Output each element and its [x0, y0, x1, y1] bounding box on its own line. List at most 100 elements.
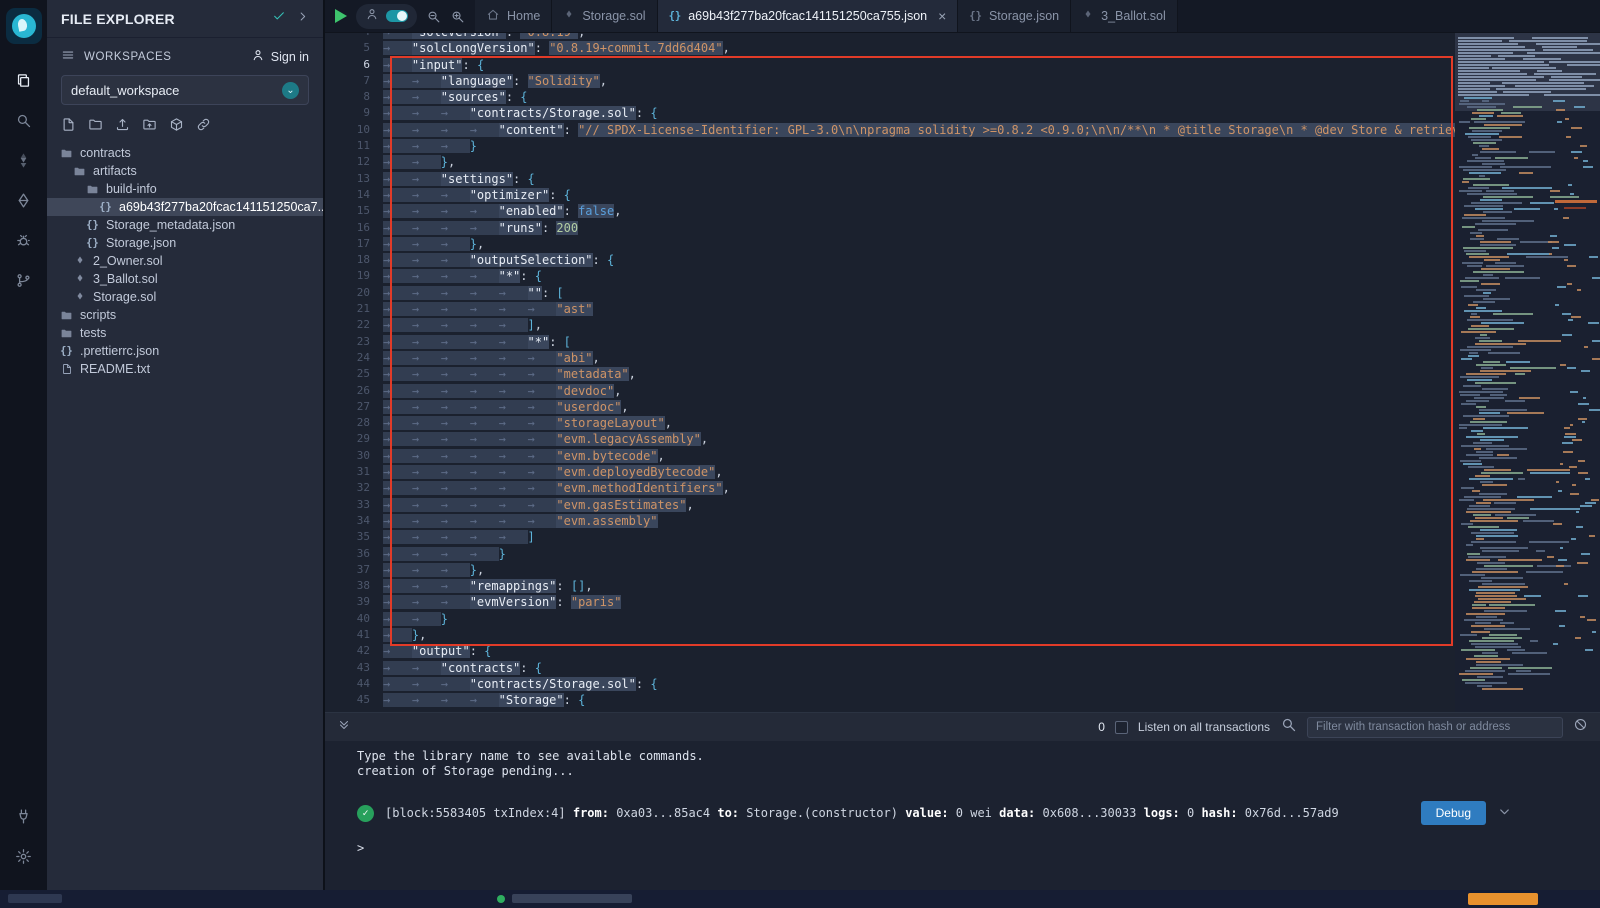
code-line-35[interactable]: 35→ → → → → ]: [325, 529, 1600, 545]
code-line-21[interactable]: 21→ → → → → → "ast": [325, 301, 1600, 317]
tab-storage-json[interactable]: {}Storage.json: [958, 0, 1071, 32]
zoom-out-icon[interactable]: [426, 9, 441, 24]
minimap[interactable]: [1455, 33, 1600, 712]
tree-item-storage-metadata-json[interactable]: {}Storage_metadata.json: [47, 216, 323, 234]
terminal-prompt[interactable]: >: [357, 841, 1600, 856]
code-editor[interactable]: 4→ "solcVersion": "0.8.19",5→ "solcLongV…: [325, 33, 1600, 712]
tab-a69b43f277ba20fcac141151250ca755-json[interactable]: {}a69b43f277ba20fcac141151250ca755.json×: [658, 0, 959, 32]
code-line-28[interactable]: 28→ → → → → → "storageLayout",: [325, 415, 1600, 431]
tree-item-artifacts[interactable]: artifacts: [47, 162, 323, 180]
code-line-7[interactable]: 7→ → "language": "Solidity",: [325, 73, 1600, 89]
workspace-switch-icon[interactable]: ⌄: [282, 82, 299, 99]
filter-transactions-input[interactable]: [1307, 717, 1563, 738]
tree-item-a69b43f277ba20fcac141151250ca7-[interactable]: {}a69b43f277ba20fcac141151250ca7...: [47, 198, 323, 216]
settings-icon[interactable]: [0, 836, 47, 876]
chevron-right-icon[interactable]: [296, 10, 309, 28]
new-folder-icon[interactable]: [88, 117, 103, 132]
code-line-15[interactable]: 15→ → → → "enabled": false,: [325, 203, 1600, 219]
tab-storage-sol[interactable]: Storage.sol: [552, 0, 657, 32]
code-line-12[interactable]: 12→ → },: [325, 154, 1600, 170]
code-line-42[interactable]: 42→ "output": {: [325, 643, 1600, 659]
code-line-9[interactable]: 9→ → → "contracts/Storage.sol": {: [325, 105, 1600, 121]
code-line-19[interactable]: 19→ → → → "*": {: [325, 268, 1600, 284]
solidity-compiler-icon[interactable]: [0, 140, 47, 180]
code-line-40[interactable]: 40→ → }: [325, 611, 1600, 627]
code-line-32[interactable]: 32→ → → → → → "evm.methodIdentifiers",: [325, 480, 1600, 496]
code-line-17[interactable]: 17→ → → },: [325, 236, 1600, 252]
tree-item-2-owner-sol[interactable]: 2_Owner.sol: [47, 252, 323, 270]
code-line-26[interactable]: 26→ → → → → → "devdoc",: [325, 383, 1600, 399]
transaction-row[interactable]: ✓ [block:5583405 txIndex:4] from: 0xa03.…: [357, 801, 1600, 825]
code-line-29[interactable]: 29→ → → → → → "evm.legacyAssembly",: [325, 431, 1600, 447]
expand-transaction-icon[interactable]: [1497, 804, 1512, 823]
code-line-5[interactable]: 5→ "solcLongVersion": "0.8.19+commit.7dd…: [325, 40, 1600, 56]
tree-item-3-ballot-sol[interactable]: 3_Ballot.sol: [47, 270, 323, 288]
code-line-25[interactable]: 25→ → → → → → "metadata",: [325, 366, 1600, 382]
code-line-44[interactable]: 44→ → → "contracts/Storage.sol": {: [325, 676, 1600, 692]
code-line-6[interactable]: 6→ "input": {: [325, 57, 1600, 73]
code-line-11[interactable]: 11→ → → }: [325, 138, 1600, 154]
hamburger-menu-icon[interactable]: [61, 48, 75, 65]
listen-all-checkbox[interactable]: [1115, 721, 1128, 734]
code-line-41[interactable]: 41→ },: [325, 627, 1600, 643]
new-file-icon[interactable]: [61, 117, 76, 132]
tab-3-ballot-sol[interactable]: 3_Ballot.sol: [1071, 0, 1178, 32]
code-line-18[interactable]: 18→ → → "outputSelection": {: [325, 252, 1600, 268]
code-line-27[interactable]: 27→ → → → → → "userdoc",: [325, 399, 1600, 415]
clear-console-icon[interactable]: [1573, 717, 1588, 737]
alert-badge[interactable]: [1468, 893, 1538, 905]
code-line-10[interactable]: 10→ → → → "content": "// SPDX-License-Id…: [325, 122, 1600, 138]
code-line-37[interactable]: 37→ → → },: [325, 562, 1600, 578]
code-line-8[interactable]: 8→ → "sources": {: [325, 89, 1600, 105]
code-line-16[interactable]: 16→ → → → "runs": 200: [325, 220, 1600, 236]
git-icon[interactable]: [0, 260, 47, 300]
search-icon[interactable]: [0, 100, 47, 140]
tree-item-storage-json[interactable]: {}Storage.json: [47, 234, 323, 252]
upload-folder-icon[interactable]: [142, 117, 157, 132]
code-line-36[interactable]: 36→ → → → }: [325, 546, 1600, 562]
tree-item-scripts[interactable]: scripts: [47, 306, 323, 324]
search-icon[interactable]: [1280, 716, 1297, 738]
code-line-34[interactable]: 34→ → → → → → "evm.assembly": [325, 513, 1600, 529]
remix-logo[interactable]: [6, 8, 42, 44]
tree-item-build-info[interactable]: build-info: [47, 180, 323, 198]
code-line-39[interactable]: 39→ → → "evmVersion": "paris": [325, 594, 1600, 610]
code-line-31[interactable]: 31→ → → → → → "evm.deployedBytecode",: [325, 464, 1600, 480]
tree-item-storage-sol[interactable]: Storage.sol: [47, 288, 323, 306]
code-line-43[interactable]: 43→ → "contracts": {: [325, 660, 1600, 676]
workspace-select[interactable]: default_workspace ⌄: [61, 75, 309, 105]
zoom-in-icon[interactable]: [450, 9, 465, 24]
assistant-toggle[interactable]: [386, 10, 408, 22]
tree-item-readme-txt[interactable]: README.txt: [47, 360, 323, 378]
code-line-33[interactable]: 33→ → → → → → "evm.gasEstimates",: [325, 497, 1600, 513]
code-line-45[interactable]: 45→ → → → "Storage": {: [325, 692, 1600, 708]
code-line-13[interactable]: 13→ → "settings": {: [325, 171, 1600, 187]
run-script-button[interactable]: [335, 9, 347, 23]
code-line-20[interactable]: 20→ → → → → "": [: [325, 285, 1600, 301]
tree-item--prettierrc-json[interactable]: {}.prettierrc.json: [47, 342, 323, 360]
code-line-4[interactable]: 4→ "solcVersion": "0.8.19",: [325, 33, 1600, 40]
code-line-38[interactable]: 38→ → → "remappings": [],: [325, 578, 1600, 594]
user-icon[interactable]: [365, 7, 379, 26]
upload-file-icon[interactable]: [115, 117, 130, 132]
sign-in-button[interactable]: Sign in: [251, 48, 309, 65]
code-line-22[interactable]: 22→ → → → → ],: [325, 317, 1600, 333]
deploy-run-icon[interactable]: [0, 180, 47, 220]
publish-workspace-icon[interactable]: [169, 117, 184, 132]
code-line-23[interactable]: 23→ → → → → "*": [: [325, 334, 1600, 350]
tab-home[interactable]: Home: [475, 0, 552, 32]
code-line-14[interactable]: 14→ → → "optimizer": {: [325, 187, 1600, 203]
plugin-manager-icon[interactable]: [0, 796, 47, 836]
code-line-30[interactable]: 30→ → → → → → "evm.bytecode",: [325, 448, 1600, 464]
tree-item-tests[interactable]: tests: [47, 324, 323, 342]
file-explorer-icon[interactable]: [0, 60, 47, 100]
code-line-24[interactable]: 24→ → → → → → "abi",: [325, 350, 1600, 366]
link-icon[interactable]: [196, 117, 211, 132]
tree-item-contracts[interactable]: contracts: [47, 144, 323, 162]
debug-button[interactable]: Debug: [1421, 801, 1486, 825]
close-tab-icon[interactable]: ×: [938, 9, 946, 23]
accept-check-icon[interactable]: [272, 9, 286, 28]
collapse-terminal-icon[interactable]: [337, 718, 351, 737]
terminal-output[interactable]: Type the library name to see available c…: [325, 741, 1600, 890]
debugger-icon[interactable]: [0, 220, 47, 260]
